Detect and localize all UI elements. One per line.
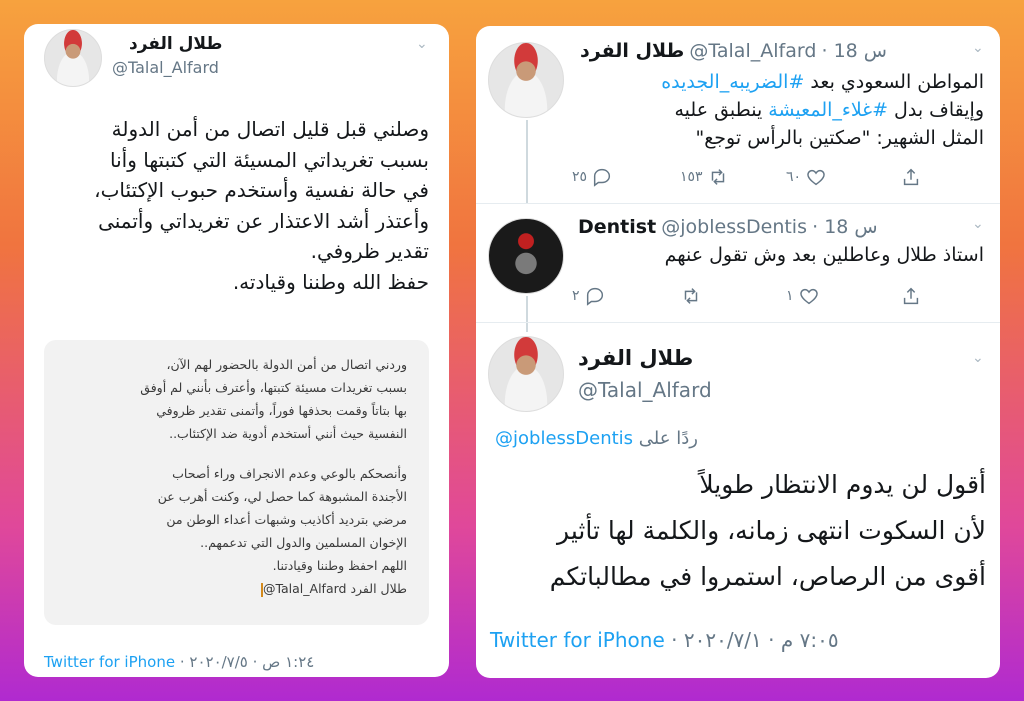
tweet-line: لأن السكوت انتهى زمانه، والكلمة لها تأثي… <box>557 516 986 545</box>
tweet-header: طلال الفرد @Talal_Alfard · 18 س <box>580 40 887 62</box>
timestamp[interactable]: ٧:٠٥ م · ٢٠٢٠/٧/١ · <box>671 628 838 652</box>
author-name[interactable]: طلال الفرد <box>580 40 684 62</box>
like-count: ٦٠ <box>786 169 802 185</box>
tweet-text: وصلني قبل قليل اتصال من أمن الدولة بسبب … <box>94 114 429 297</box>
author-handle[interactable]: @joblessDentis <box>661 216 807 238</box>
timestamp[interactable]: ١:٢٤ ص · ٢٠٢٠/٧/٥ · <box>180 653 314 671</box>
text-segment: المواطن السعودي بعد <box>804 71 984 93</box>
tweet-footer: Twitter for iPhone ١:٢٤ ص · ٢٠٢٠/٧/٥ · <box>44 653 314 671</box>
tweet-line: المثل الشهير: "صكتين بالرأس توجع" <box>695 127 984 149</box>
reply-count: ٢ <box>572 288 580 304</box>
source-app-link[interactable]: Twitter for iPhone <box>44 653 175 671</box>
tweet-time[interactable]: 18 س <box>834 40 887 62</box>
chevron-down-icon[interactable]: ⌄ <box>972 350 984 366</box>
hashtag-link[interactable]: #غلاء_المعيشة <box>768 99 888 121</box>
tweet-line: أقوى من الرصاص، استمروا في مطالباتكم <box>549 562 986 591</box>
divider <box>476 203 1000 204</box>
avatar[interactable] <box>488 218 564 294</box>
tweet-text: المواطن السعودي بعد #الضريبه_الجديده وإي… <box>661 68 984 152</box>
like-button[interactable]: ١ <box>786 285 820 307</box>
chevron-down-icon[interactable]: ⌄ <box>972 216 984 232</box>
avatar[interactable] <box>488 42 564 118</box>
share-button[interactable] <box>900 285 922 307</box>
heart-icon <box>799 288 818 305</box>
image-text-line: الإخوان المسلمين والدول التي تدعمهم.. <box>200 535 407 550</box>
tweet-line: المواطن السعودي بعد #الضريبه_الجديده <box>661 68 984 96</box>
text-segment: ينطبق عليه <box>674 99 769 121</box>
retweet-icon <box>711 169 724 185</box>
avatar[interactable] <box>44 29 102 87</box>
like-button[interactable]: ٦٠ <box>786 166 827 188</box>
tweet-line: في حالة نفسية وأستخدم حبوب الإكتئاب، <box>94 178 429 202</box>
image-text-line: بسبب تغريدات مسيئة كتبتها، وأعترف بأنني … <box>140 380 407 395</box>
image-signature-handle: @Talal_Alfard <box>262 581 347 596</box>
image-signature: طلال الفرد @Talal_Alfard <box>260 581 407 597</box>
image-text-line: وأنصحكم بالوعي وعدم الانجراف وراء أصحاب <box>172 466 407 481</box>
chevron-down-icon[interactable]: ⌄ <box>972 40 984 56</box>
image-text-line: اللهم احفظ وطننا وقيادتنا. <box>272 558 407 573</box>
reply-button[interactable]: ٢٥ <box>572 166 613 188</box>
author-name[interactable]: طلال الفرد <box>578 346 693 370</box>
author-name[interactable]: طلال الفرد <box>129 34 222 54</box>
text-segment: وإيقاف بدل <box>888 99 984 121</box>
tweet-text: أقول لن يدوم الانتظار طويلاً لأن السكوت … <box>550 462 986 600</box>
image-signature-name: طلال الفرد <box>350 581 407 596</box>
author-handle[interactable]: @Talal_Alfard <box>578 378 712 402</box>
left-tweet-card: طلال الفرد @Talal_Alfard ⌄ وصلني قبل قلي… <box>24 24 449 677</box>
reply-to-line: @joblessDentis ردًا على <box>495 428 698 449</box>
hashtag-link[interactable]: #الضريبه_الجديده <box>661 71 804 93</box>
avatar[interactable] <box>488 336 564 412</box>
reply-icon <box>593 168 611 187</box>
author-handle[interactable]: @Talal_Alfard <box>689 40 816 62</box>
image-text-line: الأجندة المشبوهة كما حصل لي، وكنت أهرب ع… <box>157 489 407 504</box>
image-text-line: بها بتاتاً وقمت بحذفها فوراً، وأتمنى تقد… <box>156 403 407 418</box>
reply-button[interactable]: ٢ <box>572 285 606 307</box>
tweet-line: وصلني قبل قليل اتصال من أمن الدولة <box>111 117 429 141</box>
divider <box>476 322 1000 323</box>
tweet-line: وأعتذر أشد الاعتذار عن تغريداتي وأتمنى <box>98 208 429 233</box>
tweet-line: أقول لن يدوم الانتظار طويلاً <box>699 470 986 499</box>
retweet-icon <box>684 288 698 304</box>
thread-connector <box>526 296 528 332</box>
like-count: ١ <box>786 288 794 304</box>
reply-to-handle-link[interactable]: @joblessDentis <box>495 428 633 449</box>
tweet-time[interactable]: 18 س <box>824 216 877 238</box>
tweet-text: استاذ طلال وعاطلين بعد وش تقول عنهم <box>664 244 984 266</box>
image-text-line: وردني اتصال من أمن الدولة بالحضور لهم ال… <box>166 357 407 372</box>
retweet-button[interactable] <box>680 285 702 307</box>
author-name[interactable]: Dentist <box>578 216 656 238</box>
tweet-header: Dentist @joblessDentis · 18 س <box>578 216 878 238</box>
heart-icon <box>807 169 825 186</box>
tweet-line: تقدير ظروفي. <box>310 239 429 263</box>
source-app-link[interactable]: Twitter for iPhone <box>490 628 665 652</box>
share-icon <box>903 168 919 186</box>
retweet-count: ١٥٣ <box>680 169 703 185</box>
reply-to-label: ردًا على <box>638 428 698 449</box>
tweet-line: وإيقاف بدل #غلاء_المعيشة ينطبق عليه <box>661 96 984 124</box>
author-handle[interactable]: @Talal_Alfard <box>112 58 219 77</box>
share-icon <box>903 287 919 305</box>
attached-image[interactable]: وردني اتصال من أمن الدولة بالحضور لهم ال… <box>44 340 429 625</box>
tweet-line: بسبب تغريداتي المسيئة التي كتبتها وأنا <box>110 147 429 172</box>
retweet-button[interactable]: ١٥٣ <box>680 166 729 188</box>
reply-count: ٢٥ <box>572 169 588 185</box>
tweet-line: حفظ الله وطننا وقيادته. <box>232 269 429 294</box>
share-button[interactable] <box>900 166 922 188</box>
chevron-down-icon[interactable]: ⌄ <box>416 36 428 52</box>
thread-connector <box>526 120 528 204</box>
reply-icon <box>586 287 603 306</box>
image-text-line: مرضي بترديد أكاذيب وشبهات أعداء الوطن من <box>166 512 407 527</box>
image-text-line: النفسية حيث أنني أستخدم أدوية ضد الإكتئا… <box>169 426 407 441</box>
tweet-footer: Twitter for iPhone ٧:٠٥ م · ٢٠٢٠/٧/١ · <box>490 628 839 652</box>
